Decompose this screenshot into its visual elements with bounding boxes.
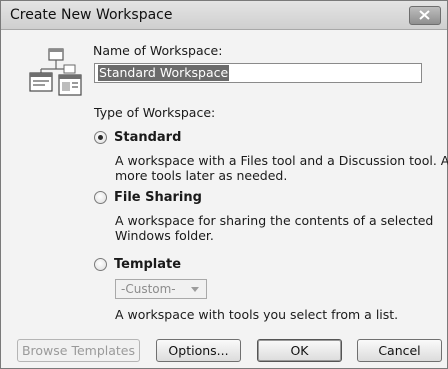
file-sharing-description-line2: Windows folder. (115, 228, 214, 243)
workspace-name-input[interactable]: Standard Workspace (94, 63, 422, 83)
standard-description-line1: A workspace with a Files tool and a Disc… (115, 153, 448, 168)
cancel-button[interactable]: Cancel (357, 339, 442, 362)
file-sharing-description-line1: A workspace for sharing the contents of … (115, 213, 434, 228)
file-sharing-label[interactable]: File Sharing (114, 190, 202, 205)
template-select-value: -Custom- (121, 282, 176, 296)
workspace-name-value: Standard Workspace (98, 65, 230, 81)
template-description: A workspace with tools you select from a… (115, 307, 399, 322)
window-title: Create New Workspace (10, 7, 173, 23)
workspace-icon (29, 48, 82, 96)
template-label[interactable]: Template (114, 257, 181, 272)
chevron-down-icon (191, 287, 199, 292)
template-radio[interactable] (94, 258, 107, 271)
standard-label[interactable]: Standard (114, 130, 181, 145)
title-bar: Create New Workspace (1, 1, 447, 30)
name-label: Name of Workspace: (93, 43, 223, 58)
standard-radio[interactable] (94, 131, 107, 144)
file-sharing-radio[interactable] (94, 191, 107, 204)
options-button[interactable]: Options... (156, 339, 241, 362)
close-button[interactable] (409, 6, 441, 25)
type-label: Type of Workspace: (94, 105, 216, 120)
browse-templates-button[interactable]: Browse Templates (17, 339, 140, 362)
ok-button[interactable]: OK (257, 339, 342, 362)
standard-description-line2: more tools later as needed. (115, 168, 288, 183)
create-workspace-dialog: Create New Workspace Name of Workspace: … (0, 0, 448, 369)
template-select[interactable]: -Custom- (115, 279, 207, 299)
close-icon (419, 10, 430, 20)
